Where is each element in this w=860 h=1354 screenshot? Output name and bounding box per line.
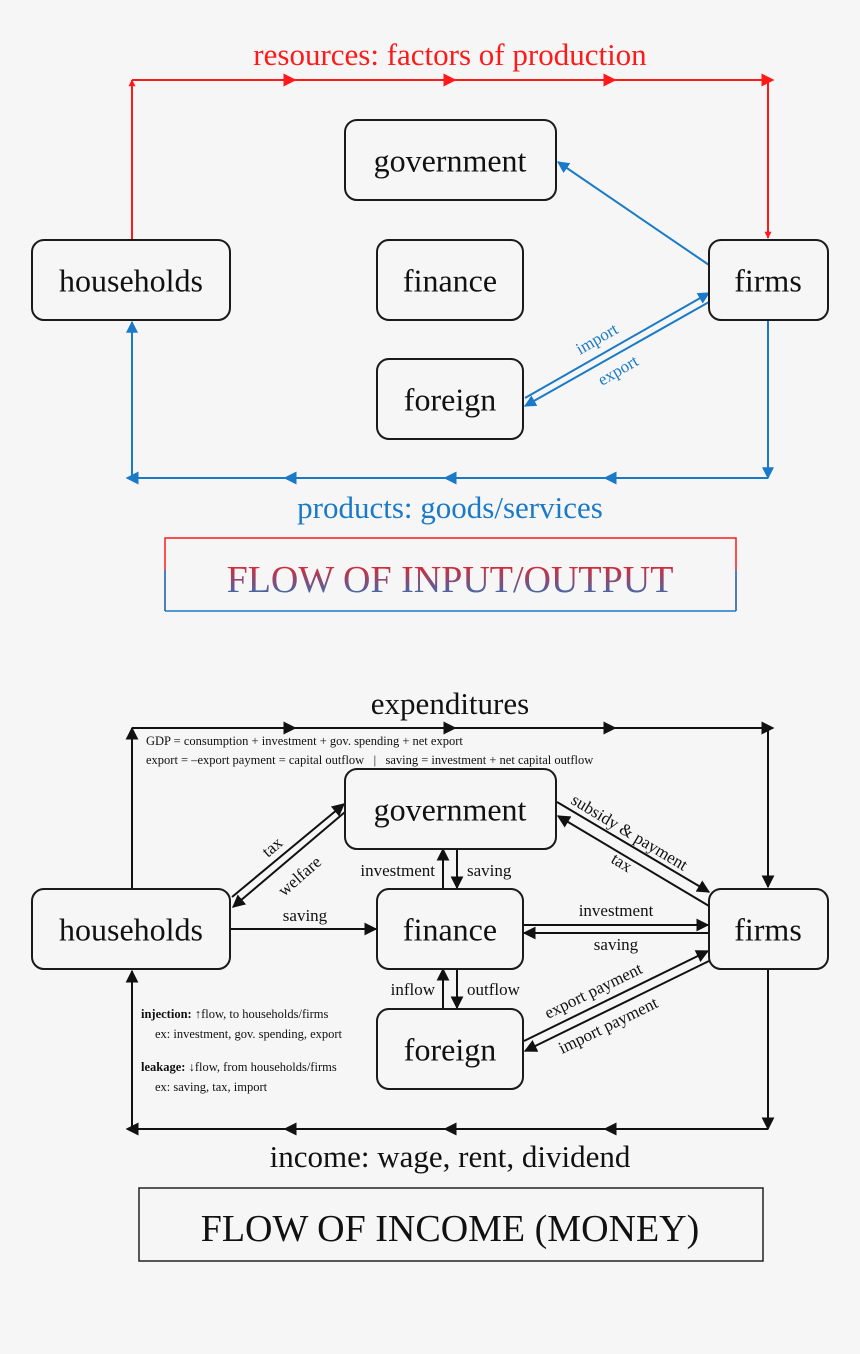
- node-firms-money[interactable]: firms: [708, 888, 829, 970]
- node-government-money-label: government: [374, 791, 527, 827]
- node-firms-money-label: firms: [734, 911, 802, 947]
- injection-leakage-notes: injection: ↑flow, to households/firms ex…: [141, 1007, 343, 1094]
- subsidy-payment-arrow: [556, 801, 711, 893]
- circular-flow-figure: resources: factors of production product…: [31, 37, 829, 1262]
- node-households-label: households: [59, 262, 203, 298]
- node-government[interactable]: government: [344, 119, 557, 201]
- node-foreign-money[interactable]: foreign: [376, 1008, 524, 1090]
- import-label: import: [573, 319, 622, 358]
- products-flow-label: products: goods/services: [297, 490, 603, 525]
- injection-note: injection: ↑flow, to households/firms: [141, 1007, 329, 1021]
- income-label: income: wage, rent, dividend: [270, 1139, 631, 1174]
- diagram-input-output: resources: factors of production product…: [31, 37, 829, 612]
- tax-household-label: tax: [258, 833, 287, 861]
- title-input-output: FLOW OF INPUT/OUTPUT: [227, 559, 674, 601]
- node-households-money[interactable]: households: [31, 888, 231, 970]
- node-finance-money-label: finance: [403, 911, 497, 947]
- node-finance-money[interactable]: finance: [376, 888, 524, 970]
- node-firms[interactable]: firms: [708, 239, 829, 321]
- gdp-formula: GDP = consumption + investment + gov. sp…: [146, 734, 463, 748]
- inflow-label: inflow: [391, 980, 436, 999]
- expenditures-label: expenditures: [371, 686, 529, 721]
- export-arrow: [523, 301, 710, 407]
- resources-flow-label: resources: factors of production: [253, 37, 647, 72]
- capital-formula: export = –export payment = capital outfl…: [146, 753, 593, 767]
- node-finance[interactable]: finance: [376, 239, 524, 321]
- welfare-label: welfare: [274, 852, 325, 900]
- investment-gov-label: investment: [360, 861, 435, 880]
- tax-firms-label: tax: [608, 849, 636, 876]
- node-foreign-label: foreign: [404, 381, 496, 417]
- saving-gov-label: saving: [467, 861, 512, 880]
- node-firms-label: firms: [734, 262, 802, 298]
- injection-example: ex: investment, gov. spending, export: [155, 1027, 343, 1041]
- node-government-label: government: [374, 142, 527, 178]
- node-households[interactable]: households: [31, 239, 231, 321]
- diagram-income-money: expenditures income: wage, rent, dividen…: [31, 686, 829, 1262]
- outflow-label: outflow: [467, 980, 521, 999]
- import-arrow: [524, 292, 711, 399]
- firms-to-government-arrow: [557, 161, 710, 266]
- title-box-input-output: FLOW OF INPUT/OUTPUT: [164, 537, 737, 612]
- node-finance-label: finance: [403, 262, 497, 298]
- investment-firms-label: investment: [579, 901, 654, 920]
- title-income-money: FLOW OF INCOME (MONEY): [201, 1208, 700, 1250]
- leakage-example: ex: saving, tax, import: [155, 1080, 268, 1094]
- node-foreign[interactable]: foreign: [376, 358, 524, 440]
- node-foreign-money-label: foreign: [404, 1031, 496, 1067]
- saving-firms-label: saving: [594, 935, 639, 954]
- node-government-money[interactable]: government: [344, 768, 557, 850]
- node-households-money-label: households: [59, 911, 203, 947]
- leakage-note: leakage: ↓flow, from households/firms: [141, 1060, 337, 1074]
- export-label: export: [595, 351, 642, 389]
- title-box-income-money: FLOW OF INCOME (MONEY): [138, 1187, 764, 1262]
- saving-household-label: saving: [283, 906, 328, 925]
